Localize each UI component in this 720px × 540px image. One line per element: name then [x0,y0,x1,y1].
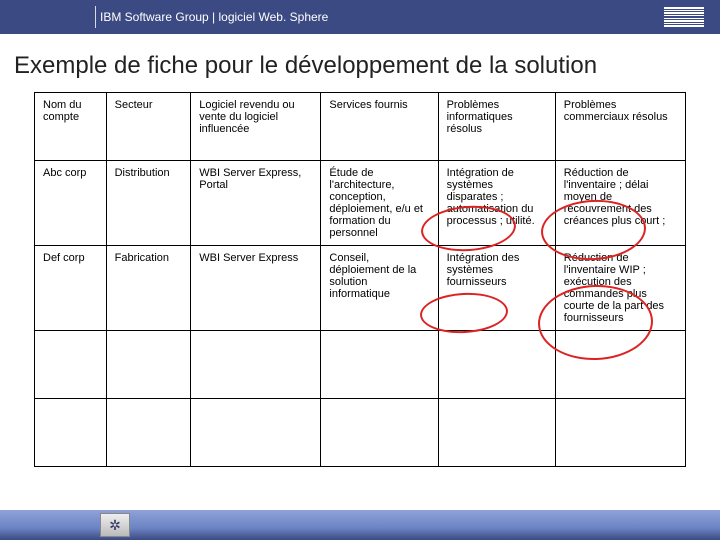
cell-it-problems [438,399,555,467]
cell-account: Def corp [35,246,107,331]
cell-software [191,331,321,399]
solution-table: Nom du compte Secteur Logiciel revendu o… [34,92,686,467]
cell-services [321,399,438,467]
col-header-biz-problems: Problèmes commerciaux résolus [555,93,685,161]
cell-sector [106,399,191,467]
cell-services: Étude de l'architecture, conception, dép… [321,161,438,246]
col-header-it-problems: Problèmes informatiques résolus [438,93,555,161]
col-header-software: Logiciel revendu ou vente du logiciel in… [191,93,321,161]
cell-it-problems: Intégration des systèmes fournisseurs [438,246,555,331]
cell-account [35,331,107,399]
page-title: Exemple de fiche pour le développement d… [0,34,720,92]
header-breadcrumb: IBM Software Group | logiciel Web. Spher… [100,10,328,24]
table-row [35,399,686,467]
table-row: Def corp Fabrication WBI Server Express … [35,246,686,331]
cell-software: WBI Server Express [191,246,321,331]
cell-sector: Distribution [106,161,191,246]
col-header-account: Nom du compte [35,93,107,161]
cell-account [35,399,107,467]
cell-services: Conseil, déploiement de la solution info… [321,246,438,331]
header-bar: IBM Software Group | logiciel Web. Spher… [0,0,720,34]
solution-table-wrap: Nom du compte Secteur Logiciel revendu o… [0,92,720,467]
cell-software: WBI Server Express, Portal [191,161,321,246]
cell-it-problems: Intégration de systèmes disparates ; aut… [438,161,555,246]
cell-it-problems [438,331,555,399]
cell-software [191,399,321,467]
cell-biz-problems: Réduction de l'inventaire ; délai moyen … [555,161,685,246]
col-header-sector: Secteur [106,93,191,161]
table-header-row: Nom du compte Secteur Logiciel revendu o… [35,93,686,161]
cell-sector [106,331,191,399]
header-divider [95,6,96,28]
footer-badge-icon: ✲ [100,513,130,537]
cell-biz-problems [555,399,685,467]
cell-services [321,331,438,399]
cell-biz-problems [555,331,685,399]
table-row: Abc corp Distribution WBI Server Express… [35,161,686,246]
col-header-services: Services fournis [321,93,438,161]
cell-account: Abc corp [35,161,107,246]
ibm-logo-icon [664,7,704,26]
cell-biz-problems: Réduction de l'inventaire WIP ; exécutio… [555,246,685,331]
cell-sector: Fabrication [106,246,191,331]
footer-bar: ✲ [0,510,720,540]
table-row [35,331,686,399]
